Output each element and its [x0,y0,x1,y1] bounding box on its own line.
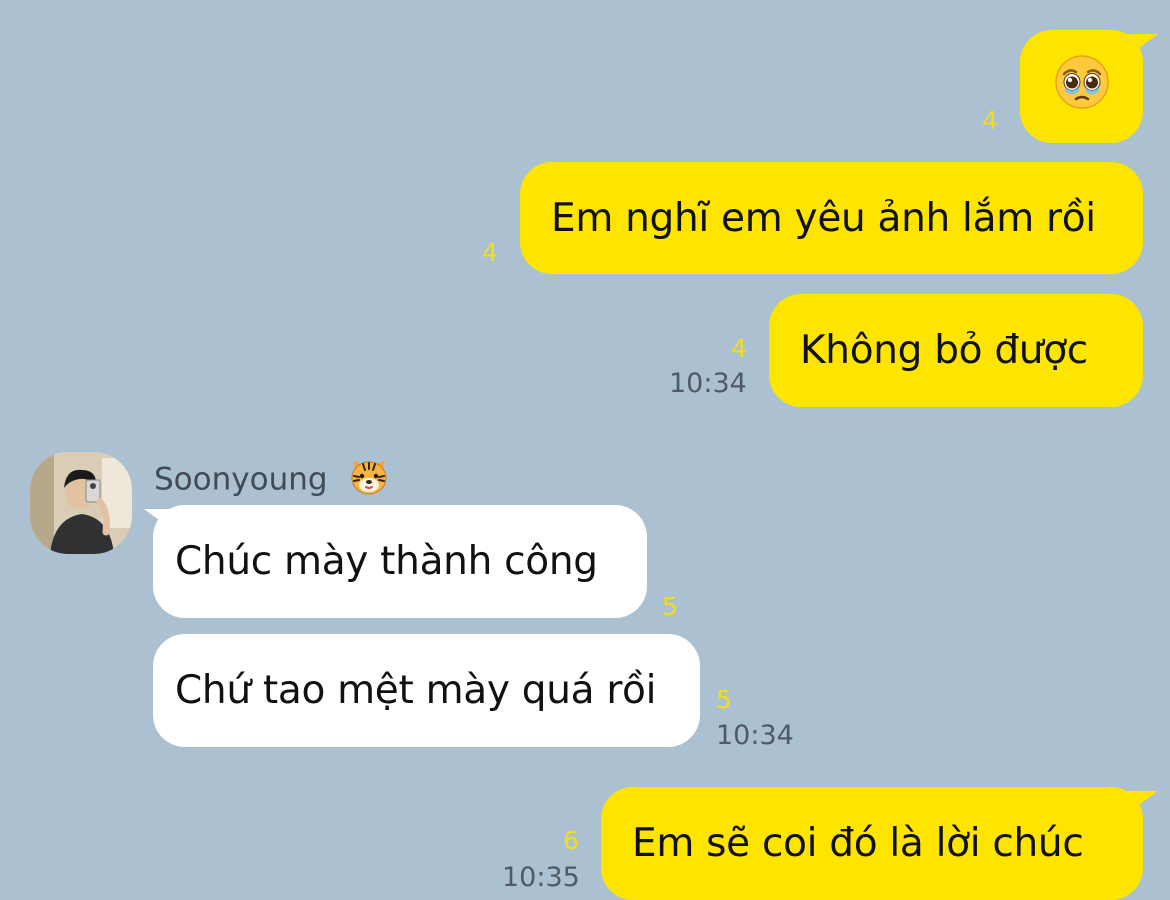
message-text: Không bỏ được [800,328,1088,373]
pleading-face-icon [1054,54,1110,120]
unread-count: 5 [662,592,678,621]
message-bubble-theirs[interactable]: Chứ tao mệt mày quá rồi [153,634,700,747]
sender-name: Soonyoung [154,461,328,498]
message-text: Chúc mày thành công [175,539,598,584]
sender-avatar[interactable] [30,452,132,554]
message-text: Chứ tao mệt mày quá rồi [175,668,657,713]
message-text: Em nghĩ em yêu ảnh lắm rồi [551,195,1096,241]
unread-count: 4 [731,334,747,363]
bubble-tail [1128,791,1158,813]
message-bubble-mine[interactable] [1020,30,1143,143]
timestamp: 10:34 [716,720,794,751]
unread-count: 4 [982,106,998,135]
timestamp: 10:35 [502,862,580,893]
unread-count: 5 [716,685,732,714]
unread-count: 6 [563,826,579,855]
message-bubble-mine[interactable]: Không bỏ được [769,294,1143,407]
profile-photo-icon [30,452,132,554]
message-text: Em sẽ coi đó là lời chúc [632,821,1084,866]
message-bubble-mine[interactable]: Em nghĩ em yêu ảnh lắm rồi [520,162,1143,274]
unread-count: 4 [482,238,498,267]
message-bubble-mine[interactable]: Em sẽ coi đó là lời chúc [601,787,1143,900]
tiger-face-icon [349,458,389,504]
message-bubble-theirs[interactable]: Chúc mày thành công [153,505,647,618]
bubble-tail [1128,34,1158,56]
sender-name-row: Soonyoung [154,458,389,504]
timestamp: 10:34 [669,368,747,399]
